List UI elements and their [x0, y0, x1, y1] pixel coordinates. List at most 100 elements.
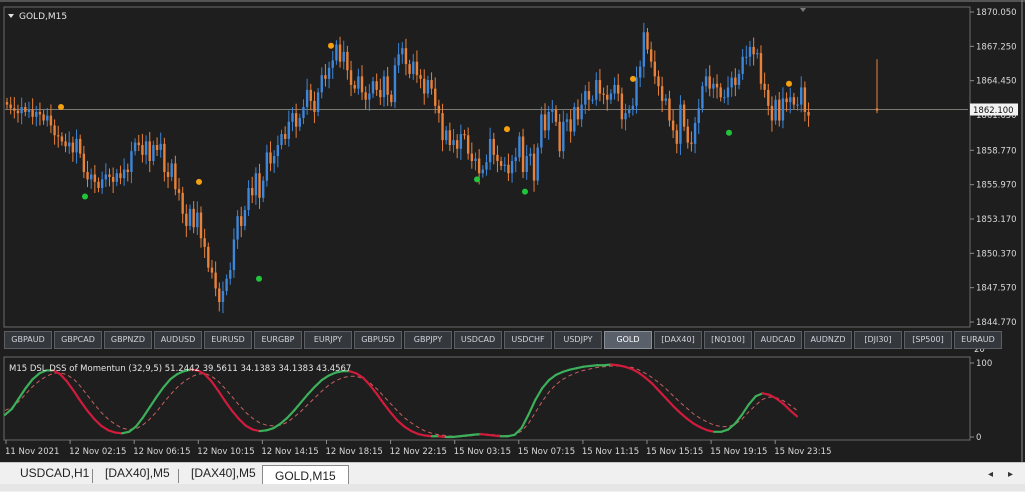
candle-body	[27, 109, 31, 112]
candle-body	[737, 73, 741, 85]
candle-body	[247, 187, 250, 211]
symbol-button-bar: GBPAUD GBPCAD GBPNZD AUDUSD EURUSD EURGBP EURJ…	[4, 331, 1002, 349]
candle-body	[218, 288, 221, 303]
symbol-button-gbpjpy[interactable]: GBPJPY	[404, 331, 452, 349]
candle-body	[576, 107, 580, 120]
candle-body	[547, 111, 550, 131]
symbol-button-eurusd[interactable]: EURUSD	[204, 331, 252, 349]
candle-body	[243, 210, 247, 226]
candle-body	[488, 138, 492, 163]
candle-body	[221, 290, 225, 303]
candle-body	[196, 212, 199, 228]
symbol-button-gbpaud[interactable]: GBPAUD	[4, 331, 52, 349]
tab-scroll-left-icon[interactable]: ◂	[988, 469, 993, 480]
candle-body	[682, 104, 686, 127]
candle-body	[569, 119, 572, 132]
symbol-button-gold[interactable]: GOLD	[604, 331, 652, 349]
candle-body	[712, 83, 715, 89]
candle-body	[426, 80, 430, 94]
symbol-button-eurjpy[interactable]: EURJPY	[304, 331, 352, 349]
candle-body	[163, 143, 166, 173]
symbol-button-audnzd[interactable]: AUDNZD	[804, 331, 852, 349]
tab-scroll-right-icon[interactable]: ▸	[1008, 469, 1013, 480]
candle-body	[642, 32, 646, 67]
candle-body	[587, 91, 591, 100]
candle-body	[474, 158, 477, 161]
candle-body	[613, 84, 616, 94]
price-tick-label: 1867.250	[976, 42, 1017, 52]
symbol-button-gbpnzd[interactable]: GBPNZD	[104, 331, 152, 349]
time-tick-label: 15 Nov 07:15	[518, 447, 575, 457]
price-tick-label: 1864.450	[976, 77, 1017, 87]
candle-body	[240, 216, 243, 226]
candle-body	[265, 152, 269, 181]
time-tick-label: 12 Nov 10:15	[197, 447, 254, 457]
candle-body	[141, 145, 144, 155]
candle-body	[393, 65, 397, 103]
candle-body	[71, 142, 75, 153]
candle-body	[188, 208, 192, 226]
symbol-button-dji30[interactable]: [DJI30]	[854, 331, 902, 349]
candle-body	[573, 107, 576, 132]
candle-body	[349, 70, 353, 85]
symbol-button-usdcad[interactable]: USDCAD	[454, 331, 502, 349]
candle-body	[617, 84, 620, 94]
time-tick-label: 15 Nov 15:15	[646, 447, 703, 457]
tab-dax40-m5-2[interactable]: [DAX40],M5	[179, 466, 268, 485]
candle-body	[338, 44, 342, 62]
candle-body	[437, 105, 441, 114]
symbol-button-usdjpy[interactable]: USDJPY	[554, 331, 602, 349]
symbol-button-gbpusd[interactable]: GBPUSD	[354, 331, 402, 349]
candle-body	[20, 107, 23, 114]
candle-body	[272, 156, 276, 164]
candle-body	[305, 89, 309, 108]
candle-body	[404, 48, 408, 65]
symbol-button-audcad[interactable]: AUDCAD	[754, 331, 802, 349]
buy-signal-dot	[522, 188, 528, 195]
candle-body	[214, 272, 217, 289]
symbol-button-dax40[interactable]: [DAX40]	[654, 331, 702, 349]
candle-body	[100, 179, 104, 188]
tab-usdcad-h1[interactable]: USDCAD,H1	[8, 466, 101, 485]
candle-body	[536, 147, 539, 181]
candle-body	[580, 104, 583, 120]
candle-body	[108, 174, 111, 177]
candle-body	[466, 135, 470, 154]
candle-body	[455, 140, 459, 149]
symbol-button-sp500[interactable]: [SP500]	[904, 331, 952, 349]
symbol-button-usdchf[interactable]: USDCHF	[504, 331, 552, 349]
candle-body	[97, 181, 100, 188]
candle-body	[342, 51, 345, 62]
candle-body	[229, 270, 232, 279]
symbol-button-euraud[interactable]: EURAUD	[954, 331, 1002, 349]
candle-body	[704, 76, 708, 87]
candle-body	[701, 86, 704, 109]
candle-body	[602, 93, 605, 95]
candle-body	[320, 75, 323, 93]
candle-body	[441, 113, 444, 141]
chart-canvas[interactable]: 1870.0501867.2501864.4501861.6501858.770…	[0, 0, 1025, 462]
candle-body	[382, 76, 386, 98]
candle-body	[86, 172, 89, 180]
candle-body	[210, 267, 214, 273]
candle-body	[42, 114, 45, 121]
candle-body	[375, 81, 378, 90]
symbol-button-eurgbp[interactable]: EURGBP	[254, 331, 302, 349]
symbol-button-gbpcad[interactable]: GBPCAD	[54, 331, 102, 349]
tab-dax40-m5-1[interactable]: [DAX40],M5	[93, 466, 182, 485]
sell-signal-dot	[630, 75, 636, 82]
candle-body	[745, 56, 748, 58]
candle-body	[298, 118, 301, 127]
chart-window[interactable]: 1870.050 1867.250 1864.450 1861.650 1858.770…	[0, 0, 1025, 462]
horizontal-scrollbar[interactable]	[0, 484, 1025, 491]
candle-body	[31, 109, 34, 117]
candle-body	[346, 51, 349, 71]
candle-body	[49, 115, 53, 126]
candle-body	[430, 80, 433, 89]
candle-body	[624, 113, 627, 120]
chart-title: GOLD,M15	[19, 12, 67, 22]
symbol-button-audusd[interactable]: AUDUSD	[154, 331, 202, 349]
symbol-button-nq100[interactable]: [NQ100]	[704, 331, 752, 349]
candle-body	[133, 142, 137, 152]
candle-body	[122, 169, 126, 179]
